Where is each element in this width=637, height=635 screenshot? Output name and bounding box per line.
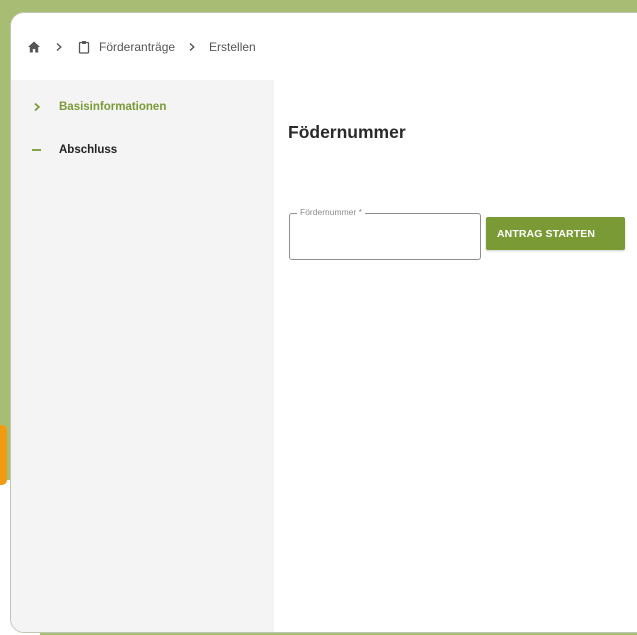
main-content: Födernummer Fördernummer * ANTRAG STARTE… xyxy=(274,80,637,632)
breadcrumb-link-foerderantraege[interactable]: Förderanträge xyxy=(99,40,175,54)
foerdernummer-field[interactable]: Fördernummer * xyxy=(289,207,481,260)
page-title: Födernummer xyxy=(288,122,406,142)
home-icon[interactable] xyxy=(26,39,42,55)
sidebar-item-basisinformationen[interactable]: Basisinformationen xyxy=(29,100,166,114)
app-window: Förderanträge Erstellen Basisinformation… xyxy=(10,12,637,633)
foerdernummer-input[interactable] xyxy=(297,227,473,251)
side-tab[interactable] xyxy=(0,425,7,485)
antrag-starten-button[interactable]: ANTRAG STARTEN xyxy=(486,217,625,250)
step-sidebar: Basisinformationen Abschluss xyxy=(11,80,274,632)
chevron-right-icon xyxy=(29,100,45,114)
chevron-right-icon xyxy=(185,40,199,54)
chevron-right-icon xyxy=(52,40,66,54)
dash-icon xyxy=(29,143,45,157)
field-label: Fördernummer * xyxy=(297,207,365,217)
breadcrumb: Förderanträge Erstellen xyxy=(11,13,637,80)
clipboard-icon xyxy=(76,39,92,55)
sidebar-item-abschluss[interactable]: Abschluss xyxy=(29,143,117,157)
sidebar-item-label: Abschluss xyxy=(59,144,118,156)
sidebar-item-label: Basisinformationen xyxy=(59,101,167,113)
breadcrumb-current: Erstellen xyxy=(209,39,256,54)
